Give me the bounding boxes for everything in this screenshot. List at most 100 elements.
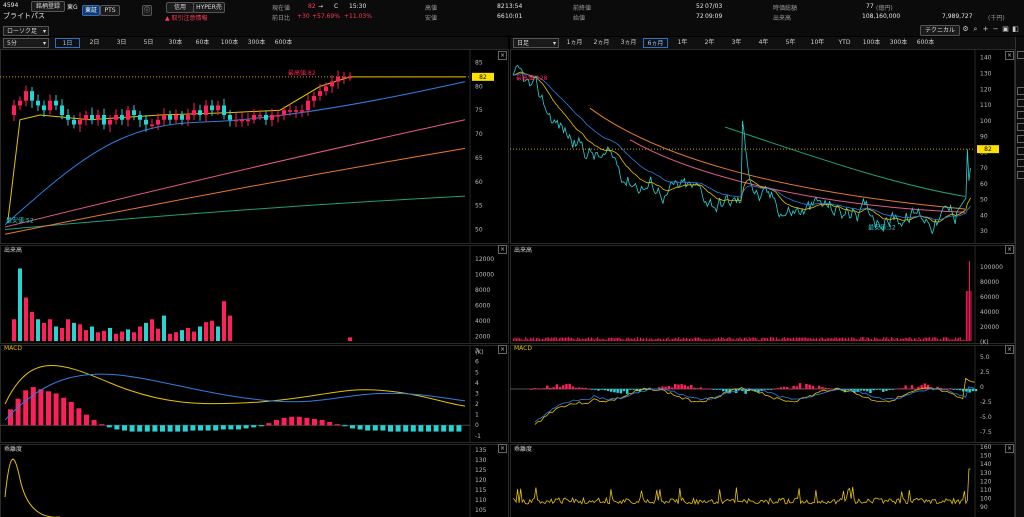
- tool-box-icon[interactable]: [1017, 51, 1024, 59]
- macd-bar: [606, 389, 610, 392]
- candle: [150, 124, 154, 127]
- close-icon[interactable]: ×: [498, 345, 507, 354]
- right-range-tab-6[interactable]: 3年: [724, 38, 749, 48]
- left-range-tab-6[interactable]: 100本: [217, 38, 242, 48]
- left-range-tab-2[interactable]: 3日: [109, 38, 134, 48]
- right-range-tab-10[interactable]: YTD: [832, 38, 857, 48]
- tool-box-icon[interactable]: [1017, 123, 1024, 131]
- close-icon[interactable]: ×: [498, 444, 507, 453]
- right-range-tab-0[interactable]: 1ヵ月: [562, 38, 587, 48]
- volume-label: 出来高: [773, 15, 792, 22]
- macd-bar: [798, 383, 802, 389]
- macd-bar: [875, 389, 879, 390]
- macd-bar: [23, 390, 29, 426]
- macd-bar: [91, 419, 97, 426]
- volume-bar: [174, 332, 178, 341]
- macd-bar: [160, 425, 165, 432]
- tool-box-icon[interactable]: [1017, 99, 1024, 107]
- left-range-tab-4[interactable]: 30本: [163, 38, 188, 48]
- volume-bar: [938, 339, 940, 341]
- technical-button[interactable]: テクニカル: [920, 25, 960, 36]
- right-range-tab-8[interactable]: 5年: [778, 38, 803, 48]
- tool-box-icon[interactable]: [1017, 171, 1024, 179]
- macd-bar: [949, 388, 952, 389]
- volume-bar: [681, 338, 683, 341]
- volume-tick: 12000: [475, 256, 494, 263]
- right-range-tab-4[interactable]: 1年: [670, 38, 695, 48]
- macd-bar: [686, 386, 690, 389]
- tab-pts[interactable]: PTS: [100, 5, 120, 16]
- volume-bar: [702, 339, 704, 341]
- min-label: 最安値:52: [6, 216, 34, 224]
- volume-bar: [852, 337, 854, 341]
- right-range-tab-2[interactable]: 3ヵ月: [616, 38, 641, 48]
- volume-bar: [168, 333, 172, 341]
- left-range-tab-0[interactable]: 1日: [55, 38, 80, 48]
- right-range-tab-13[interactable]: 600本: [913, 38, 938, 48]
- macd-tick: 3: [475, 390, 479, 397]
- warning-notice[interactable]: ▲ 取引注意情報: [165, 13, 208, 22]
- volume-bar: [765, 338, 767, 341]
- sidebar-icon[interactable]: ◧: [1011, 25, 1020, 34]
- left-chart-area[interactable]: 858075706560555082最高値:82最安値:521200010000…: [0, 49, 509, 517]
- tool-box-icon[interactable]: [1017, 135, 1024, 143]
- search-icon[interactable]: ⌕: [971, 25, 980, 34]
- volume-bar: [858, 338, 860, 341]
- candle: [174, 115, 178, 120]
- right-range-tab-5[interactable]: 2年: [697, 38, 722, 48]
- hyper-sell-button[interactable]: HYPER売: [193, 2, 225, 13]
- candle: [36, 100, 40, 106]
- volume-bar: [777, 339, 779, 341]
- right-range-tab-12[interactable]: 300本: [886, 38, 911, 48]
- volume-bar: [716, 338, 718, 341]
- right-chart-area[interactable]: 1401301201101009080706050403082最高値:128最安…: [510, 49, 1015, 517]
- close-icon[interactable]: ×: [1005, 51, 1014, 60]
- expand-icon[interactable]: ▣: [1001, 25, 1010, 34]
- close-icon[interactable]: ×: [1005, 444, 1014, 453]
- left-range-tab-3[interactable]: 5日: [136, 38, 161, 48]
- right-range-tab-7[interactable]: 4年: [751, 38, 776, 48]
- volume-bar: [216, 326, 220, 341]
- candle: [156, 119, 160, 125]
- close-icon[interactable]: ×: [1005, 345, 1014, 354]
- volume-bar: [584, 338, 586, 341]
- tool-box-icon[interactable]: [1017, 147, 1024, 155]
- right-range-tab-11[interactable]: 100本: [859, 38, 884, 48]
- tab-tosho[interactable]: 東証: [82, 5, 100, 16]
- close-icon[interactable]: ×: [498, 51, 507, 60]
- volume-bar: [546, 337, 548, 341]
- macd-bar: [549, 388, 552, 389]
- left-range-tab-1[interactable]: 2日: [82, 38, 107, 48]
- close-icon[interactable]: ×: [498, 245, 507, 254]
- volume-bar: [724, 339, 726, 341]
- zoom-out-icon[interactable]: −: [991, 25, 1000, 34]
- tool-box-icon[interactable]: [1017, 111, 1024, 119]
- volume-bar: [713, 338, 715, 341]
- right-range-tab-1[interactable]: 2ヵ月: [589, 38, 614, 48]
- right-range-tab-9[interactable]: 10年: [805, 38, 830, 48]
- left-interval-value: 5分: [7, 40, 17, 47]
- volume-bar: [771, 337, 773, 341]
- chart-type-select[interactable]: ローソク足 ▾: [3, 26, 49, 36]
- tool-box-icon[interactable]: [1017, 87, 1024, 95]
- credit-button[interactable]: 信用: [166, 2, 194, 13]
- left-range-tab-7[interactable]: 300本: [244, 38, 269, 48]
- right-interval-select[interactable]: 日足 ▾: [513, 38, 559, 48]
- volume-bar: [901, 338, 903, 341]
- zoom-in-icon[interactable]: +: [981, 25, 990, 34]
- rsi-tick: 130: [980, 470, 992, 477]
- volume-bar: [768, 339, 770, 341]
- info-icon[interactable]: ⓘ: [142, 5, 152, 16]
- macd-bar: [15, 398, 21, 426]
- tool-box-icon[interactable]: [1017, 159, 1024, 167]
- left-interval-select[interactable]: 5分 ▾: [3, 38, 49, 48]
- macd-tick: 5.0: [980, 354, 990, 361]
- right-range-tab-3[interactable]: 6ヵ月: [643, 38, 668, 48]
- rsi-tick: 135: [475, 447, 487, 454]
- settings-icon[interactable]: ⚙: [961, 25, 970, 34]
- close-icon[interactable]: ×: [1005, 245, 1014, 254]
- macd-bar: [789, 388, 792, 390]
- left-range-tab-5[interactable]: 60本: [190, 38, 215, 48]
- volume-bar: [575, 339, 577, 341]
- left-range-tab-8[interactable]: 600本: [271, 38, 296, 48]
